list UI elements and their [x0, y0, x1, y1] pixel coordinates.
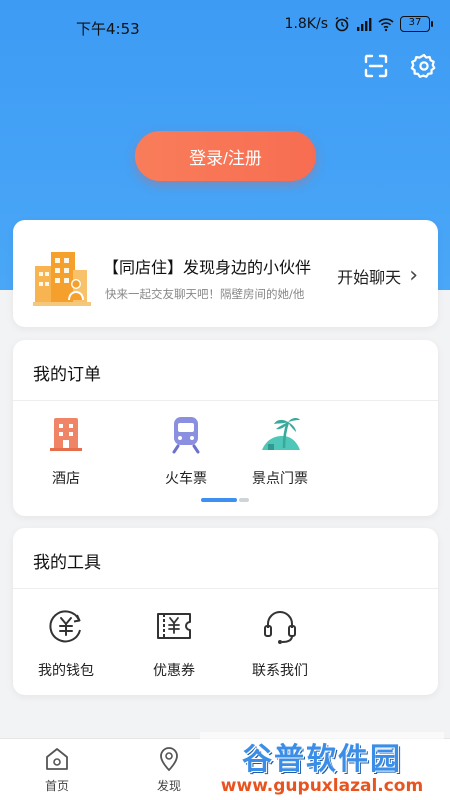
alarm-icon [335, 16, 349, 32]
hotel-building-icon [33, 252, 91, 306]
divider [13, 400, 438, 401]
site-watermark: 谷普软件园 www.gupuxlazal.com [200, 732, 444, 798]
headset-icon [264, 611, 296, 644]
order-scenic-label: 景点门票 [252, 471, 308, 487]
watermark-title: 谷普软件园 [242, 742, 402, 777]
status-bar: 下午4:53 1.8K/s 37 [0, 0, 450, 56]
chevron-right-icon: › [409, 263, 418, 288]
tool-contact-us[interactable]: 联系我们 [235, 604, 325, 680]
promo-card[interactable]: 【同店住】发现身边的小伙伴 快来一起交友聊天吧！隔壁房间的她/他 开始聊天 › [13, 220, 438, 327]
tab-discover[interactable]: 发现 [134, 745, 204, 794]
coupon-icon [157, 613, 191, 639]
battery-icon: 37 [400, 16, 433, 32]
my-tools-card: 我的工具 我的钱包 优惠券 联系我们 [13, 528, 438, 695]
settings-button[interactable] [408, 50, 440, 82]
signal-icon [357, 18, 372, 31]
header-actions [360, 50, 440, 82]
scenic-ticket-icon [262, 417, 300, 450]
train-icon [172, 417, 200, 454]
network-speed: 1.8K/s [284, 16, 328, 32]
tool-wallet[interactable]: 我的钱包 [21, 604, 111, 680]
home-icon [46, 748, 68, 770]
order-train-ticket[interactable]: 火车票 [141, 412, 231, 488]
settings-icon [410, 53, 436, 78]
tab-discover-label: 发现 [156, 779, 181, 793]
tab-home-label: 首页 [44, 779, 69, 793]
page-indicator-active [201, 498, 237, 502]
wifi-icon [378, 18, 394, 32]
hotel-icon [50, 418, 82, 451]
tab-home[interactable]: 首页 [22, 745, 92, 794]
scan-button[interactable] [360, 50, 392, 82]
status-time: 下午4:53 [76, 20, 140, 38]
tool-coupon[interactable]: 优惠券 [129, 604, 219, 680]
scan-icon [364, 54, 388, 78]
location-pin-icon [160, 747, 178, 772]
tool-wallet-label: 我的钱包 [38, 663, 94, 679]
promo-title: 【同店住】发现身边的小伙伴 [103, 258, 312, 277]
status-indicators: 1.8K/s 37 [284, 16, 433, 32]
tool-contact-label: 联系我们 [252, 663, 308, 679]
divider [13, 588, 438, 589]
start-chat-label: 开始聊天 [337, 268, 402, 287]
wallet-icon [49, 610, 81, 643]
promo-subtitle: 快来一起交友聊天吧！隔壁房间的她/他 [105, 287, 305, 301]
battery-level: 37 [408, 17, 422, 28]
login-register-button[interactable]: 登录/注册 [135, 131, 316, 181]
page-indicator-inactive [239, 498, 249, 502]
order-train-label: 火车票 [165, 471, 207, 487]
order-scenic-ticket[interactable]: 景点门票 [235, 412, 325, 488]
order-hotel[interactable]: 酒店 [21, 412, 111, 488]
tool-coupon-label: 优惠券 [153, 663, 195, 679]
page-indicator [201, 498, 249, 502]
my-orders-card: 我的订单 酒店 火车票 景点门票 [13, 340, 438, 516]
start-chat-link[interactable]: 开始聊天 › [337, 264, 418, 288]
tools-title: 我的工具 [33, 553, 101, 573]
orders-title: 我的订单 [33, 365, 101, 385]
watermark-url: www.gupuxlazal.com [220, 776, 424, 796]
order-hotel-label: 酒店 [52, 471, 80, 487]
